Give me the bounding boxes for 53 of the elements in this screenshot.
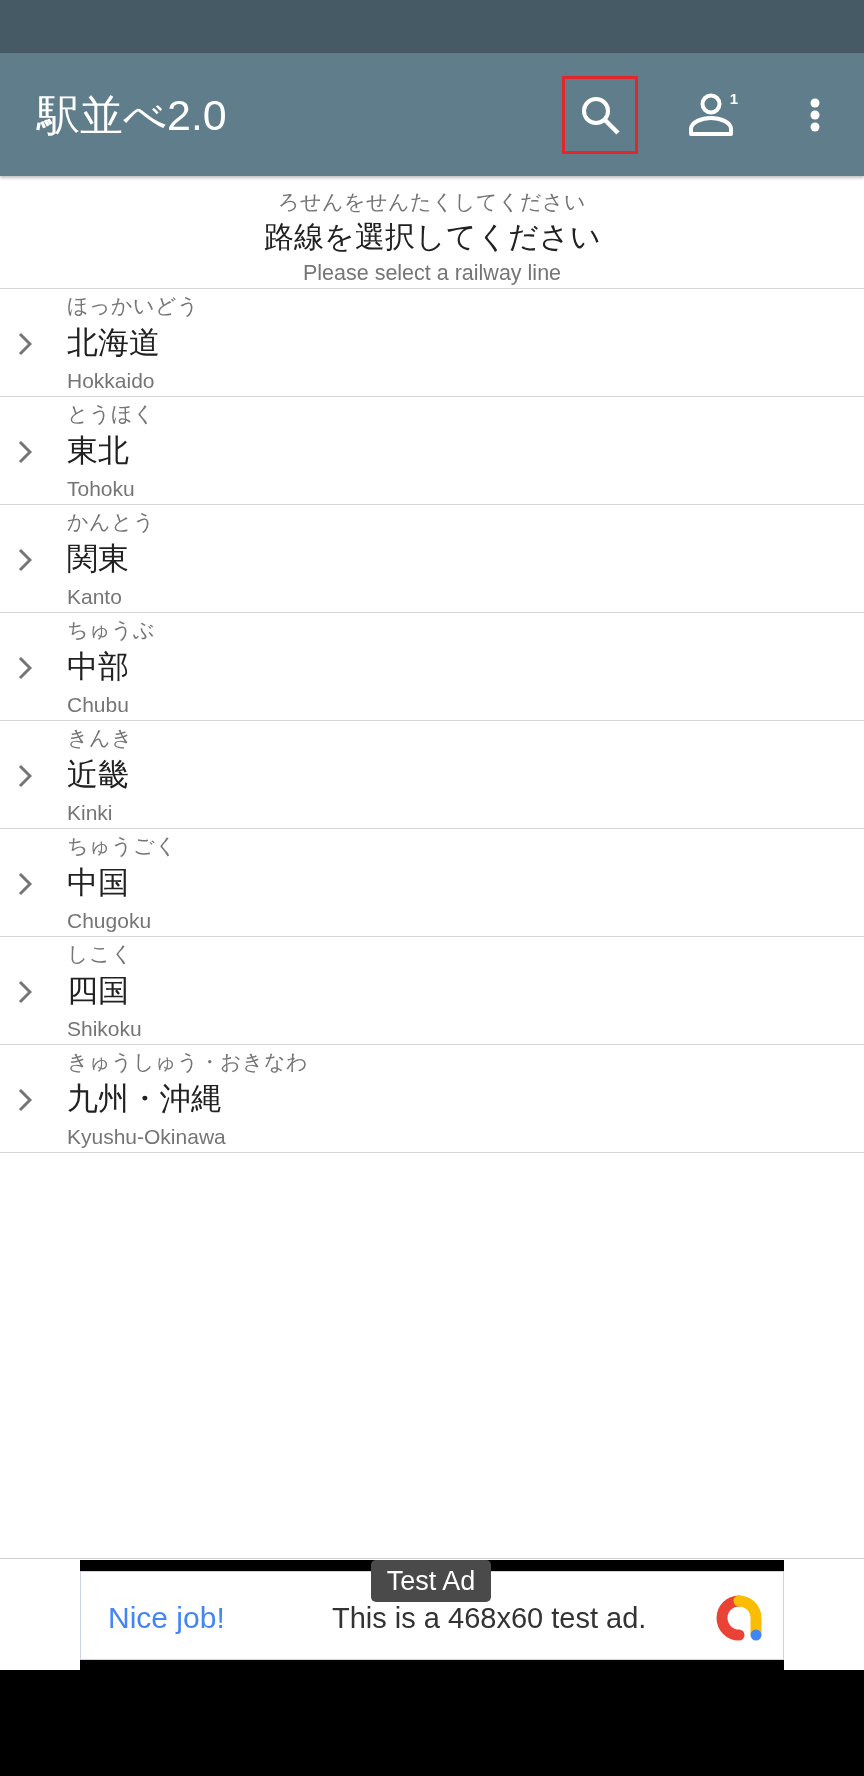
chevron-right-icon <box>18 548 32 572</box>
chevron-right-icon <box>18 332 32 356</box>
region-name: 東北 <box>67 432 129 470</box>
header-title: 路線を選択してください <box>263 219 601 255</box>
region-romaji: Kinki <box>67 800 113 826</box>
region-list-item[interactable]: しこく 四国 Shikoku <box>0 937 864 1045</box>
region-romaji: Kanto <box>67 584 122 610</box>
region-reading: ちゅうぶ <box>67 617 155 643</box>
region-reading: とうほく <box>67 401 155 427</box>
region-name: 北海道 <box>67 324 160 362</box>
region-reading: しこく <box>67 941 133 967</box>
region-reading: きんき <box>67 725 133 751</box>
region-reading: ほっかいどう <box>67 293 199 319</box>
region-name: 四国 <box>67 972 129 1010</box>
header-reading: ろせんをせんたくしてください <box>278 189 586 215</box>
chevron-right-icon <box>18 980 32 1004</box>
search-button[interactable] <box>562 75 638 154</box>
region-reading: かんとう <box>67 509 155 535</box>
region-romaji: Chugoku <box>67 908 152 934</box>
region-romaji: Kyushu-Okinawa <box>67 1124 226 1150</box>
chevron-right-icon <box>18 440 32 464</box>
region-list-item[interactable]: きゅうしゅう・おきなわ 九州・沖縄 Kyushu-Okinawa <box>0 1045 864 1153</box>
chevron-right-icon <box>18 764 32 788</box>
ad-banner[interactable]: Test Ad Nice job! This is a 468x60 test ad. <box>80 1560 784 1670</box>
region-name: 九州・沖縄 <box>67 1080 222 1118</box>
arc-logo-icon <box>716 1594 762 1641</box>
region-romaji: Tohoku <box>67 476 135 502</box>
ad-text: This is a 468x60 test ad. <box>332 1600 647 1635</box>
chevron-right-icon <box>18 872 32 896</box>
chevron-right-icon <box>18 1088 32 1112</box>
region-romaji: Hokkaido <box>67 368 155 394</box>
region-reading: ちゅうごく <box>67 833 177 859</box>
region-name: 中国 <box>67 864 129 902</box>
region-list-item[interactable]: とうほく 東北 Tohoku <box>0 397 864 505</box>
region-name: 関東 <box>67 540 129 578</box>
search-icon <box>580 94 620 135</box>
app-title: 駅並べ2.0 <box>37 89 227 140</box>
region-list-item[interactable]: ちゅうごく 中国 Chugoku <box>0 829 864 937</box>
region-list-item[interactable]: ほっかいどう 北海道 Hokkaido <box>0 289 864 397</box>
region-romaji: Chubu <box>67 692 129 718</box>
account-button[interactable]: 1 <box>673 75 749 154</box>
region-name: 近畿 <box>67 756 129 794</box>
region-list-item[interactable]: きんき 近畿 Kinki <box>0 721 864 829</box>
region-reading: きゅうしゅう・おきなわ <box>67 1049 308 1075</box>
chevron-right-icon <box>18 656 32 680</box>
region-name: 中部 <box>67 648 129 686</box>
ad-headline: Nice job! <box>108 1600 226 1635</box>
more-icon <box>810 97 820 132</box>
ad-label: Test Ad <box>371 1560 491 1602</box>
region-list-item[interactable]: かんとう 関東 Kanto <box>0 505 864 613</box>
region-romaji: Shikoku <box>67 1016 142 1042</box>
region-list-item[interactable]: ちゅうぶ 中部 Chubu <box>0 613 864 721</box>
header-subtitle: Please select a railway line <box>302 260 562 287</box>
